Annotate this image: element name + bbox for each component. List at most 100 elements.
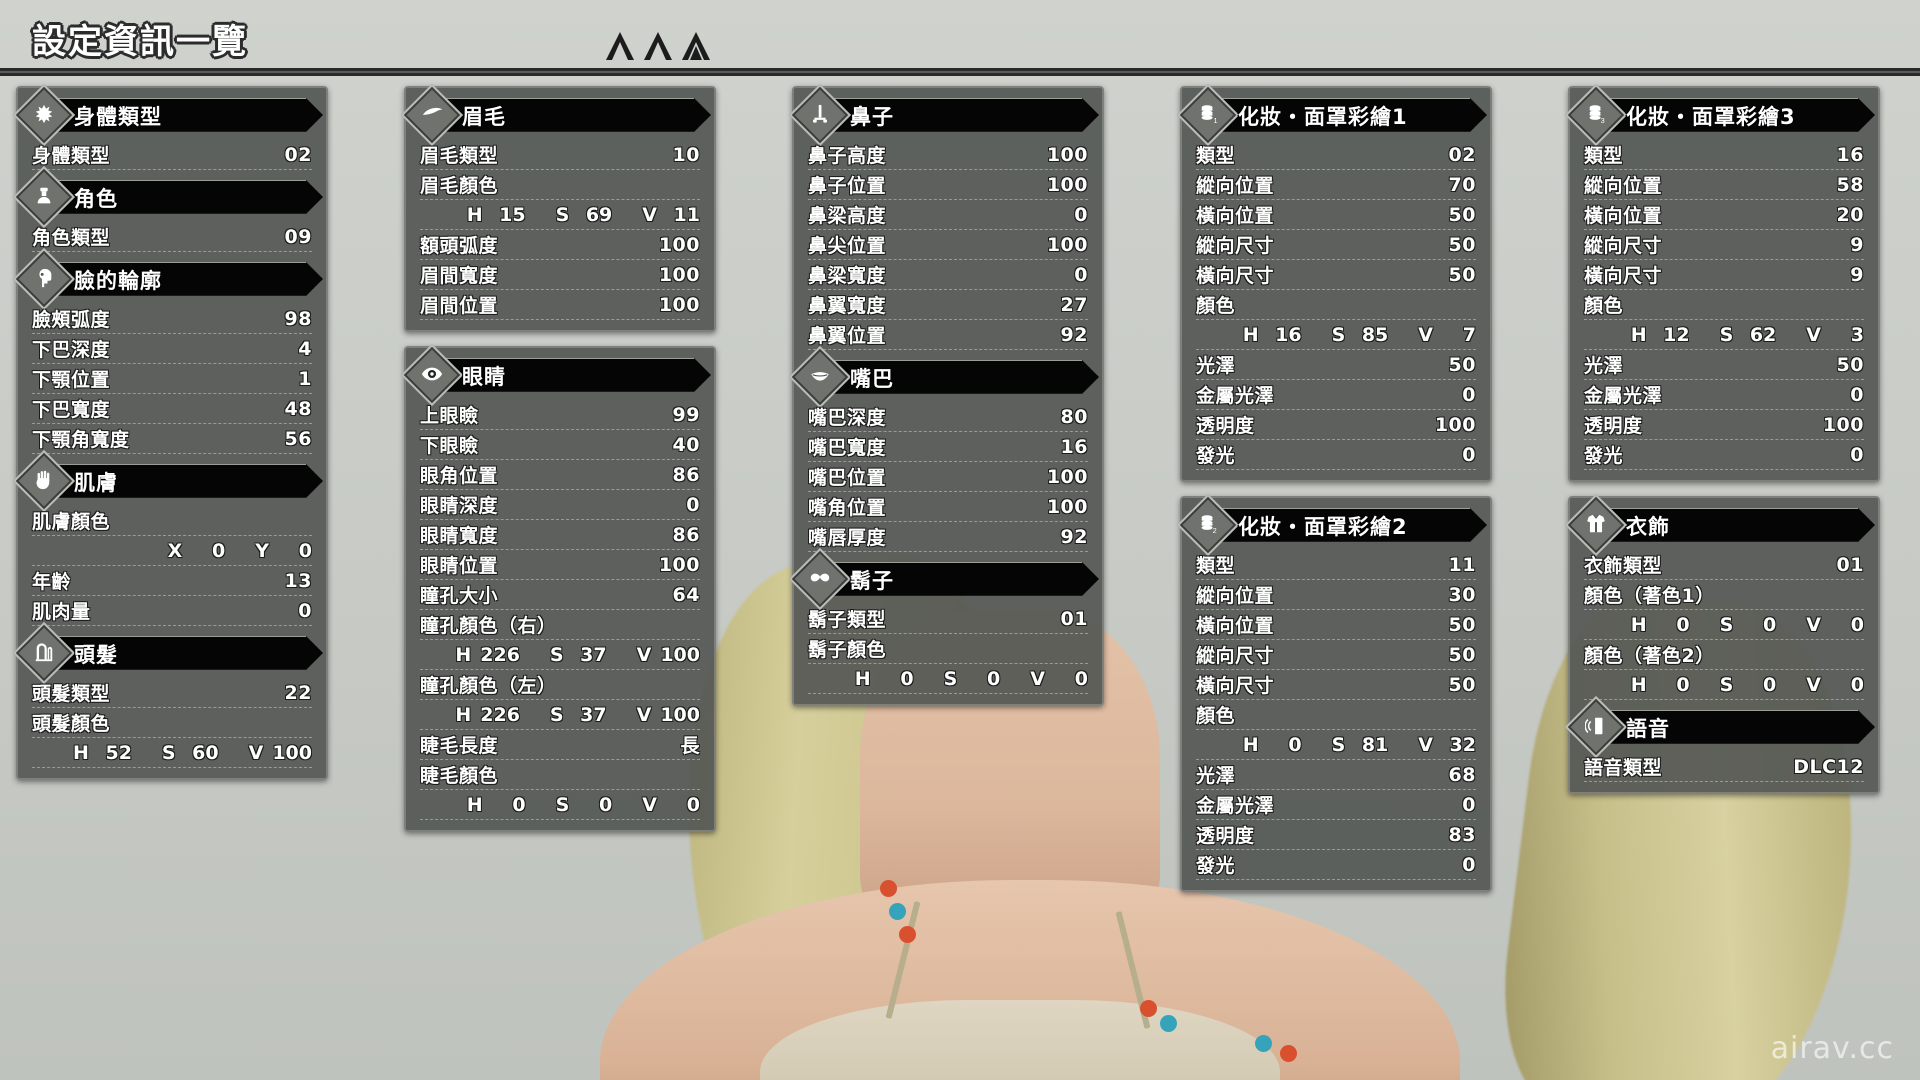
parameter-row[interactable]: 發光 0: [1196, 850, 1476, 880]
section-voice-header[interactable]: 語音: [1564, 695, 1875, 759]
parameter-row[interactable]: 鼻翼寬度 27: [808, 290, 1088, 320]
parameter-row[interactable]: 橫向尺寸 50: [1196, 670, 1476, 700]
parameter-row[interactable]: 透明度 100: [1584, 410, 1864, 440]
parameter-row[interactable]: 下巴寬度 48: [32, 394, 312, 424]
parameter-row-triple[interactable]: H 226 S 37 V 100: [420, 700, 700, 730]
parameter-row[interactable]: 眼睛深度 0: [420, 490, 700, 520]
section-character-header[interactable]: 角色: [12, 165, 323, 229]
parameter-row[interactable]: 下巴深度 4: [32, 334, 312, 364]
parameter-row[interactable]: 發光 0: [1584, 440, 1864, 470]
parameter-row[interactable]: 下顎角寬度 56: [32, 424, 312, 454]
parameter-row[interactable]: 語音類型 DLC12: [1584, 752, 1864, 782]
parameter-row[interactable]: 睫毛顏色: [420, 760, 700, 790]
parameter-row-triple[interactable]: H0S0V0: [1584, 610, 1864, 640]
parameter-row[interactable]: 縱向位置 70: [1196, 170, 1476, 200]
section-makeup-2-header[interactable]: 2 化妝・面罩彩繪2: [1176, 493, 1487, 557]
parameter-row[interactable]: 肌膚顏色: [32, 506, 312, 536]
parameter-row[interactable]: 嘴角位置 100: [808, 492, 1088, 522]
parameter-row-triple[interactable]: H 12 S 62 V 3: [1584, 320, 1864, 350]
parameter-row[interactable]: 嘴巴寬度 16: [808, 432, 1088, 462]
parameter-row[interactable]: 鬍子顏色: [808, 634, 1088, 664]
parameter-row[interactable]: 肌肉量 0: [32, 596, 312, 626]
parameter-row[interactable]: 瞳孔顏色（左）: [420, 670, 700, 700]
parameter-row[interactable]: 瞳孔大小 64: [420, 580, 700, 610]
parameter-row[interactable]: 顏色: [1584, 290, 1864, 320]
section-eyes-header[interactable]: 眼睛: [400, 343, 711, 407]
parameter-row[interactable]: 鼻子高度 100: [808, 140, 1088, 170]
parameter-row[interactable]: 縱向尺寸 9: [1584, 230, 1864, 260]
parameter-row[interactable]: 顏色: [1196, 290, 1476, 320]
parameter-row[interactable]: 鼻梁寬度 0: [808, 260, 1088, 290]
parameter-row-triple[interactable]: H 0 S 81 V 32: [1196, 730, 1476, 760]
parameter-row[interactable]: 光澤 68: [1196, 760, 1476, 790]
parameter-row[interactable]: 鼻子位置 100: [808, 170, 1088, 200]
parameter-row[interactable]: 縱向尺寸 50: [1196, 230, 1476, 260]
parameter-row[interactable]: 嘴巴位置 100: [808, 462, 1088, 492]
parameter-row[interactable]: 類型 11: [1196, 550, 1476, 580]
parameter-row[interactable]: 縱向位置 58: [1584, 170, 1864, 200]
parameter-row-triple[interactable]: H0S0V0: [808, 664, 1088, 694]
parameter-row[interactable]: 顏色: [1196, 700, 1476, 730]
parameter-row[interactable]: 光澤 50: [1584, 350, 1864, 380]
section-face-contour-header[interactable]: 臉的輪廓: [12, 247, 323, 311]
parameter-row[interactable]: 縱向尺寸 50: [1196, 640, 1476, 670]
parameter-row[interactable]: 透明度 100: [1196, 410, 1476, 440]
parameter-row[interactable]: 鼻翼位置 92: [808, 320, 1088, 350]
parameter-row-triple[interactable]: H 16 S 85 V 7: [1196, 320, 1476, 350]
parameter-row[interactable]: 下眼瞼 40: [420, 430, 700, 460]
parameter-row[interactable]: 睫毛長度 長: [420, 730, 700, 760]
parameter-row[interactable]: 眼睛寬度 86: [420, 520, 700, 550]
parameter-row[interactable]: 下顎位置 1: [32, 364, 312, 394]
parameter-row[interactable]: 類型 02: [1196, 140, 1476, 170]
parameter-row[interactable]: 類型 16: [1584, 140, 1864, 170]
parameter-row[interactable]: 眉毛顏色: [420, 170, 700, 200]
parameter-row-triple[interactable]: H 15 S 69 V 11: [420, 200, 700, 230]
section-clothing-header[interactable]: 衣飾: [1564, 493, 1875, 557]
parameter-row[interactable]: 上眼瞼 99: [420, 400, 700, 430]
section-makeup-1-header[interactable]: 1 化妝・面罩彩繪1: [1176, 83, 1487, 147]
parameter-row[interactable]: 嘴巴深度 80: [808, 402, 1088, 432]
section-hair-header[interactable]: 頭髮: [12, 621, 323, 685]
parameter-row[interactable]: 發光 0: [1196, 440, 1476, 470]
parameter-row-triple[interactable]: X0Y0: [32, 536, 312, 566]
section-nose-header[interactable]: 鼻子: [788, 83, 1099, 147]
section-mouth-header[interactable]: 嘴巴: [788, 345, 1099, 409]
parameter-row-triple[interactable]: H 226 S 37 V 100: [420, 640, 700, 670]
parameter-row-triple[interactable]: H0S0V0: [420, 790, 700, 820]
parameter-row[interactable]: 鼻梁高度 0: [808, 200, 1088, 230]
parameter-row[interactable]: 金屬光澤 0: [1196, 380, 1476, 410]
parameter-row[interactable]: 橫向尺寸 50: [1196, 260, 1476, 290]
parameter-row[interactable]: 顏色（著色2）: [1584, 640, 1864, 670]
parameter-row[interactable]: 橫向尺寸 9: [1584, 260, 1864, 290]
parameter-row[interactable]: 年齡 13: [32, 566, 312, 596]
parameter-row[interactable]: 角色類型 09: [32, 222, 312, 252]
parameter-row[interactable]: 眼角位置 86: [420, 460, 700, 490]
parameter-row[interactable]: 眼睛位置 100: [420, 550, 700, 580]
parameter-row[interactable]: 金屬光澤 0: [1584, 380, 1864, 410]
parameter-row[interactable]: 鼻尖位置 100: [808, 230, 1088, 260]
parameter-row-triple[interactable]: H0S0V0: [1584, 670, 1864, 700]
parameter-row[interactable]: 臉頰弧度 98: [32, 304, 312, 334]
parameter-row[interactable]: 衣飾類型 01: [1584, 550, 1864, 580]
parameter-row[interactable]: 額頭弧度 100: [420, 230, 700, 260]
parameter-row[interactable]: 透明度 83: [1196, 820, 1476, 850]
parameter-row[interactable]: 金屬光澤 0: [1196, 790, 1476, 820]
section-skin-header[interactable]: 肌膚: [12, 449, 323, 513]
section-eyebrows-header[interactable]: 眉毛: [400, 83, 711, 147]
parameter-row[interactable]: 光澤 50: [1196, 350, 1476, 380]
parameter-row[interactable]: 瞳孔顏色（右）: [420, 610, 700, 640]
parameter-row-triple[interactable]: H 52 S 60 V 100: [32, 738, 312, 768]
section-body-type-header[interactable]: 身體類型: [12, 83, 323, 147]
parameter-row[interactable]: 鬍子類型 01: [808, 604, 1088, 634]
parameter-row[interactable]: 嘴唇厚度 92: [808, 522, 1088, 552]
parameter-row[interactable]: 顏色（著色1）: [1584, 580, 1864, 610]
parameter-row[interactable]: 眉毛類型 10: [420, 140, 700, 170]
parameter-row[interactable]: 頭髮類型 22: [32, 678, 312, 708]
parameter-row[interactable]: 橫向位置 50: [1196, 200, 1476, 230]
parameter-row[interactable]: 橫向位置 50: [1196, 610, 1476, 640]
parameter-row[interactable]: 頭髮顏色: [32, 708, 312, 738]
parameter-row[interactable]: 眉間位置 100: [420, 290, 700, 320]
section-makeup-3-header[interactable]: 3 化妝・面罩彩繪3: [1564, 83, 1875, 147]
parameter-row[interactable]: 眉間寬度 100: [420, 260, 700, 290]
parameter-row[interactable]: 縱向位置 30: [1196, 580, 1476, 610]
